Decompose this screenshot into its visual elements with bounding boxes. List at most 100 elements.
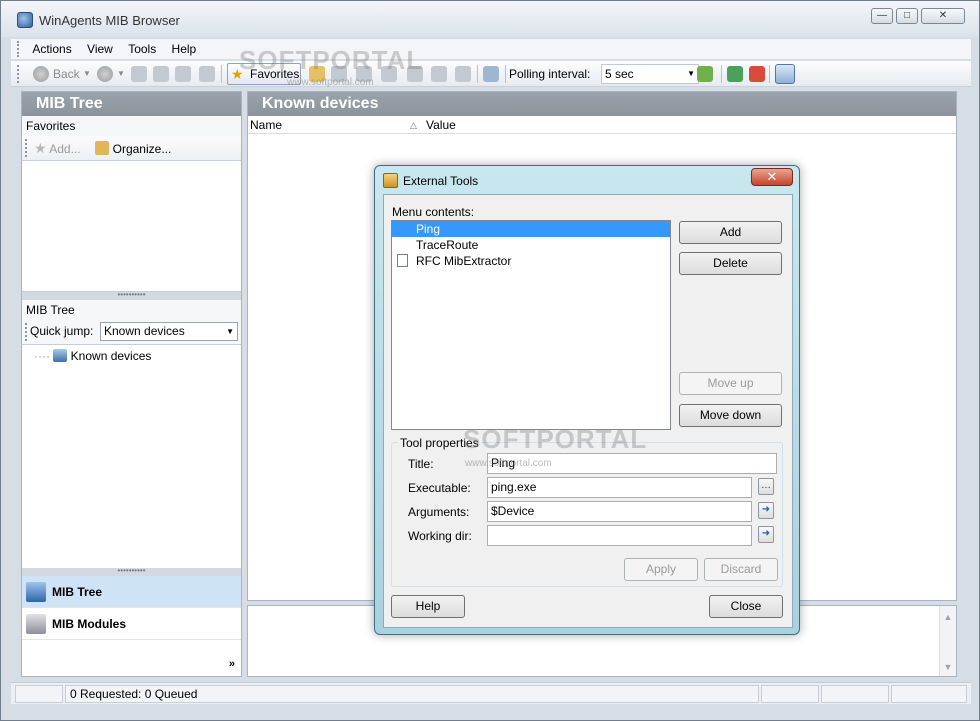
nav-mib-tree[interactable]: MIB Tree: [22, 576, 241, 608]
arguments-insert-arrow-icon[interactable]: ➜: [758, 502, 774, 519]
nav-label: MIB Tree: [52, 585, 103, 599]
close-button[interactable]: Close: [709, 595, 783, 618]
toolbar-separator: [505, 65, 506, 83]
move-up-button[interactable]: Move up: [679, 372, 782, 395]
menu-contents-label: Menu contents:: [392, 205, 475, 219]
splitter-handle[interactable]: ••••••••••: [22, 567, 241, 576]
browse-button[interactable]: …: [758, 478, 774, 495]
get-icon[interactable]: [153, 66, 169, 82]
list-item-ping[interactable]: Ping: [392, 221, 670, 237]
list-item-traceroute[interactable]: TraceRoute: [392, 237, 670, 253]
scroll-down-icon[interactable]: ▼: [940, 662, 956, 672]
executable-field[interactable]: ping.exe: [487, 477, 752, 498]
toolbar-separator: [221, 65, 222, 83]
column-value[interactable]: Value: [426, 116, 456, 134]
list-item-label: Ping: [416, 222, 441, 236]
help-button[interactable]: Help: [391, 595, 465, 618]
organize-icon: [95, 141, 110, 155]
polling-value: 5 sec: [605, 67, 634, 81]
right-panel-header: Known devices: [248, 92, 956, 116]
working-dir-label: Working dir:: [408, 529, 472, 543]
favorites-section-label: Favorites: [22, 116, 241, 136]
menu-contents-list[interactable]: Ping TraceRoute RFC MibExtractor: [391, 220, 671, 430]
working-dir-field[interactable]: [487, 525, 752, 546]
delete-tool-button[interactable]: Delete: [679, 252, 782, 275]
column-name[interactable]: Name: [250, 116, 282, 134]
add-favorite-button[interactable]: Add...: [49, 142, 80, 156]
dialog-body: Menu contents: Ping TraceRoute RFC MibEx…: [383, 194, 793, 628]
menu-view[interactable]: View: [81, 39, 119, 59]
mib-tree-section-label: MIB Tree: [22, 300, 241, 320]
quick-jump-label: Quick jump:: [30, 324, 94, 338]
forward-dropdown-icon[interactable]: ▼: [117, 64, 125, 84]
get-next-icon[interactable]: [175, 66, 191, 82]
tree-item-known-devices[interactable]: ···· Known devices: [34, 349, 151, 363]
menu-actions[interactable]: Actions: [26, 39, 77, 59]
splitter-handle[interactable]: ••••••••••: [22, 291, 241, 300]
back-dropdown-icon[interactable]: ▼: [83, 64, 91, 84]
column-headers: Name △ Value: [248, 116, 956, 134]
dialog-title: External Tools: [403, 174, 479, 188]
mib-tree-view[interactable]: ···· Known devices: [22, 344, 241, 568]
quick-jump-select[interactable]: Known devices ▼: [100, 322, 238, 341]
refresh-icon[interactable]: [727, 66, 743, 82]
outdent-icon[interactable]: [455, 66, 471, 82]
indent-icon[interactable]: [431, 66, 447, 82]
left-panel-header: MIB Tree: [22, 92, 241, 116]
close-window-button[interactable]: ✕: [921, 8, 965, 24]
go-icon[interactable]: [697, 66, 713, 82]
external-tools-dialog: External Tools ✕ Menu contents: Ping Tra…: [374, 165, 800, 635]
arguments-label: Arguments:: [408, 505, 470, 519]
menu-bar: Actions View Tools Help: [11, 39, 971, 59]
watermark-url: www.softportal.com: [287, 77, 374, 88]
devices-icon: [53, 349, 68, 362]
move-down-button[interactable]: Move down: [679, 404, 782, 427]
up-icon[interactable]: [131, 66, 147, 82]
sort-ascending-icon: △: [410, 120, 417, 130]
toolbar-grip: [17, 65, 20, 83]
discard-button[interactable]: Discard: [704, 558, 778, 581]
arguments-field[interactable]: $Device: [487, 501, 752, 522]
add-tool-button[interactable]: Add: [679, 221, 782, 244]
toolbar-separator: [477, 65, 478, 83]
title-label: Title:: [408, 457, 434, 471]
status-bar: 0 Requested: 0 Queued: [11, 682, 971, 704]
document-icon: [397, 254, 408, 267]
main-toolbar: Back ▼ ▼ ★ Favorites Polling interval: 5…: [11, 61, 971, 87]
working-dir-insert-arrow-icon[interactable]: ➜: [758, 526, 774, 543]
watermark-url-dialog: www.softportal.com: [465, 458, 552, 469]
status-text: 0 Requested: 0 Queued: [65, 685, 759, 703]
mib-tree-icon: [26, 582, 46, 602]
stop-icon[interactable]: [749, 66, 765, 82]
dialog-close-button[interactable]: ✕: [751, 168, 793, 186]
favorites-list[interactable]: [22, 160, 241, 292]
chevron-more-icon[interactable]: »: [229, 658, 235, 670]
nav-mib-modules[interactable]: MIB Modules: [22, 608, 241, 640]
menu-tools[interactable]: Tools: [122, 39, 162, 59]
quick-jump-value: Known devices: [104, 324, 185, 338]
view-panel-icon[interactable]: [775, 64, 795, 84]
maximize-button[interactable]: □: [896, 8, 918, 24]
menu-help[interactable]: Help: [166, 39, 203, 59]
minimize-button[interactable]: —: [871, 8, 893, 24]
polling-interval-select[interactable]: 5 sec ▼: [601, 64, 699, 84]
status-cell-empty: [15, 685, 63, 703]
apply-button[interactable]: Apply: [624, 558, 698, 581]
forward-arrow-icon[interactable]: [97, 66, 113, 82]
organize-button[interactable]: Organize...: [113, 142, 172, 156]
list-item-label: TraceRoute: [416, 238, 479, 252]
set-icon[interactable]: [199, 66, 215, 82]
scroll-up-icon[interactable]: ▲: [940, 612, 956, 622]
status-cell-empty: [891, 685, 967, 703]
status-cell-empty: [821, 685, 889, 703]
toolbar-separator: [721, 65, 722, 83]
window-title: WinAgents MIB Browser: [39, 13, 180, 28]
list-item-rfc-mibextractor[interactable]: RFC MibExtractor: [392, 253, 670, 269]
polling-icon[interactable]: [483, 66, 499, 82]
vertical-scrollbar[interactable]: ▲ ▼: [939, 606, 956, 676]
watermark-brand: SOFTPORTAL: [239, 45, 424, 75]
polling-label: Polling interval:: [509, 67, 591, 81]
back-button[interactable]: Back: [53, 64, 80, 84]
nav-label: MIB Modules: [52, 617, 126, 631]
title-bar: WinAgents MIB Browser — □ ✕: [1, 1, 979, 37]
